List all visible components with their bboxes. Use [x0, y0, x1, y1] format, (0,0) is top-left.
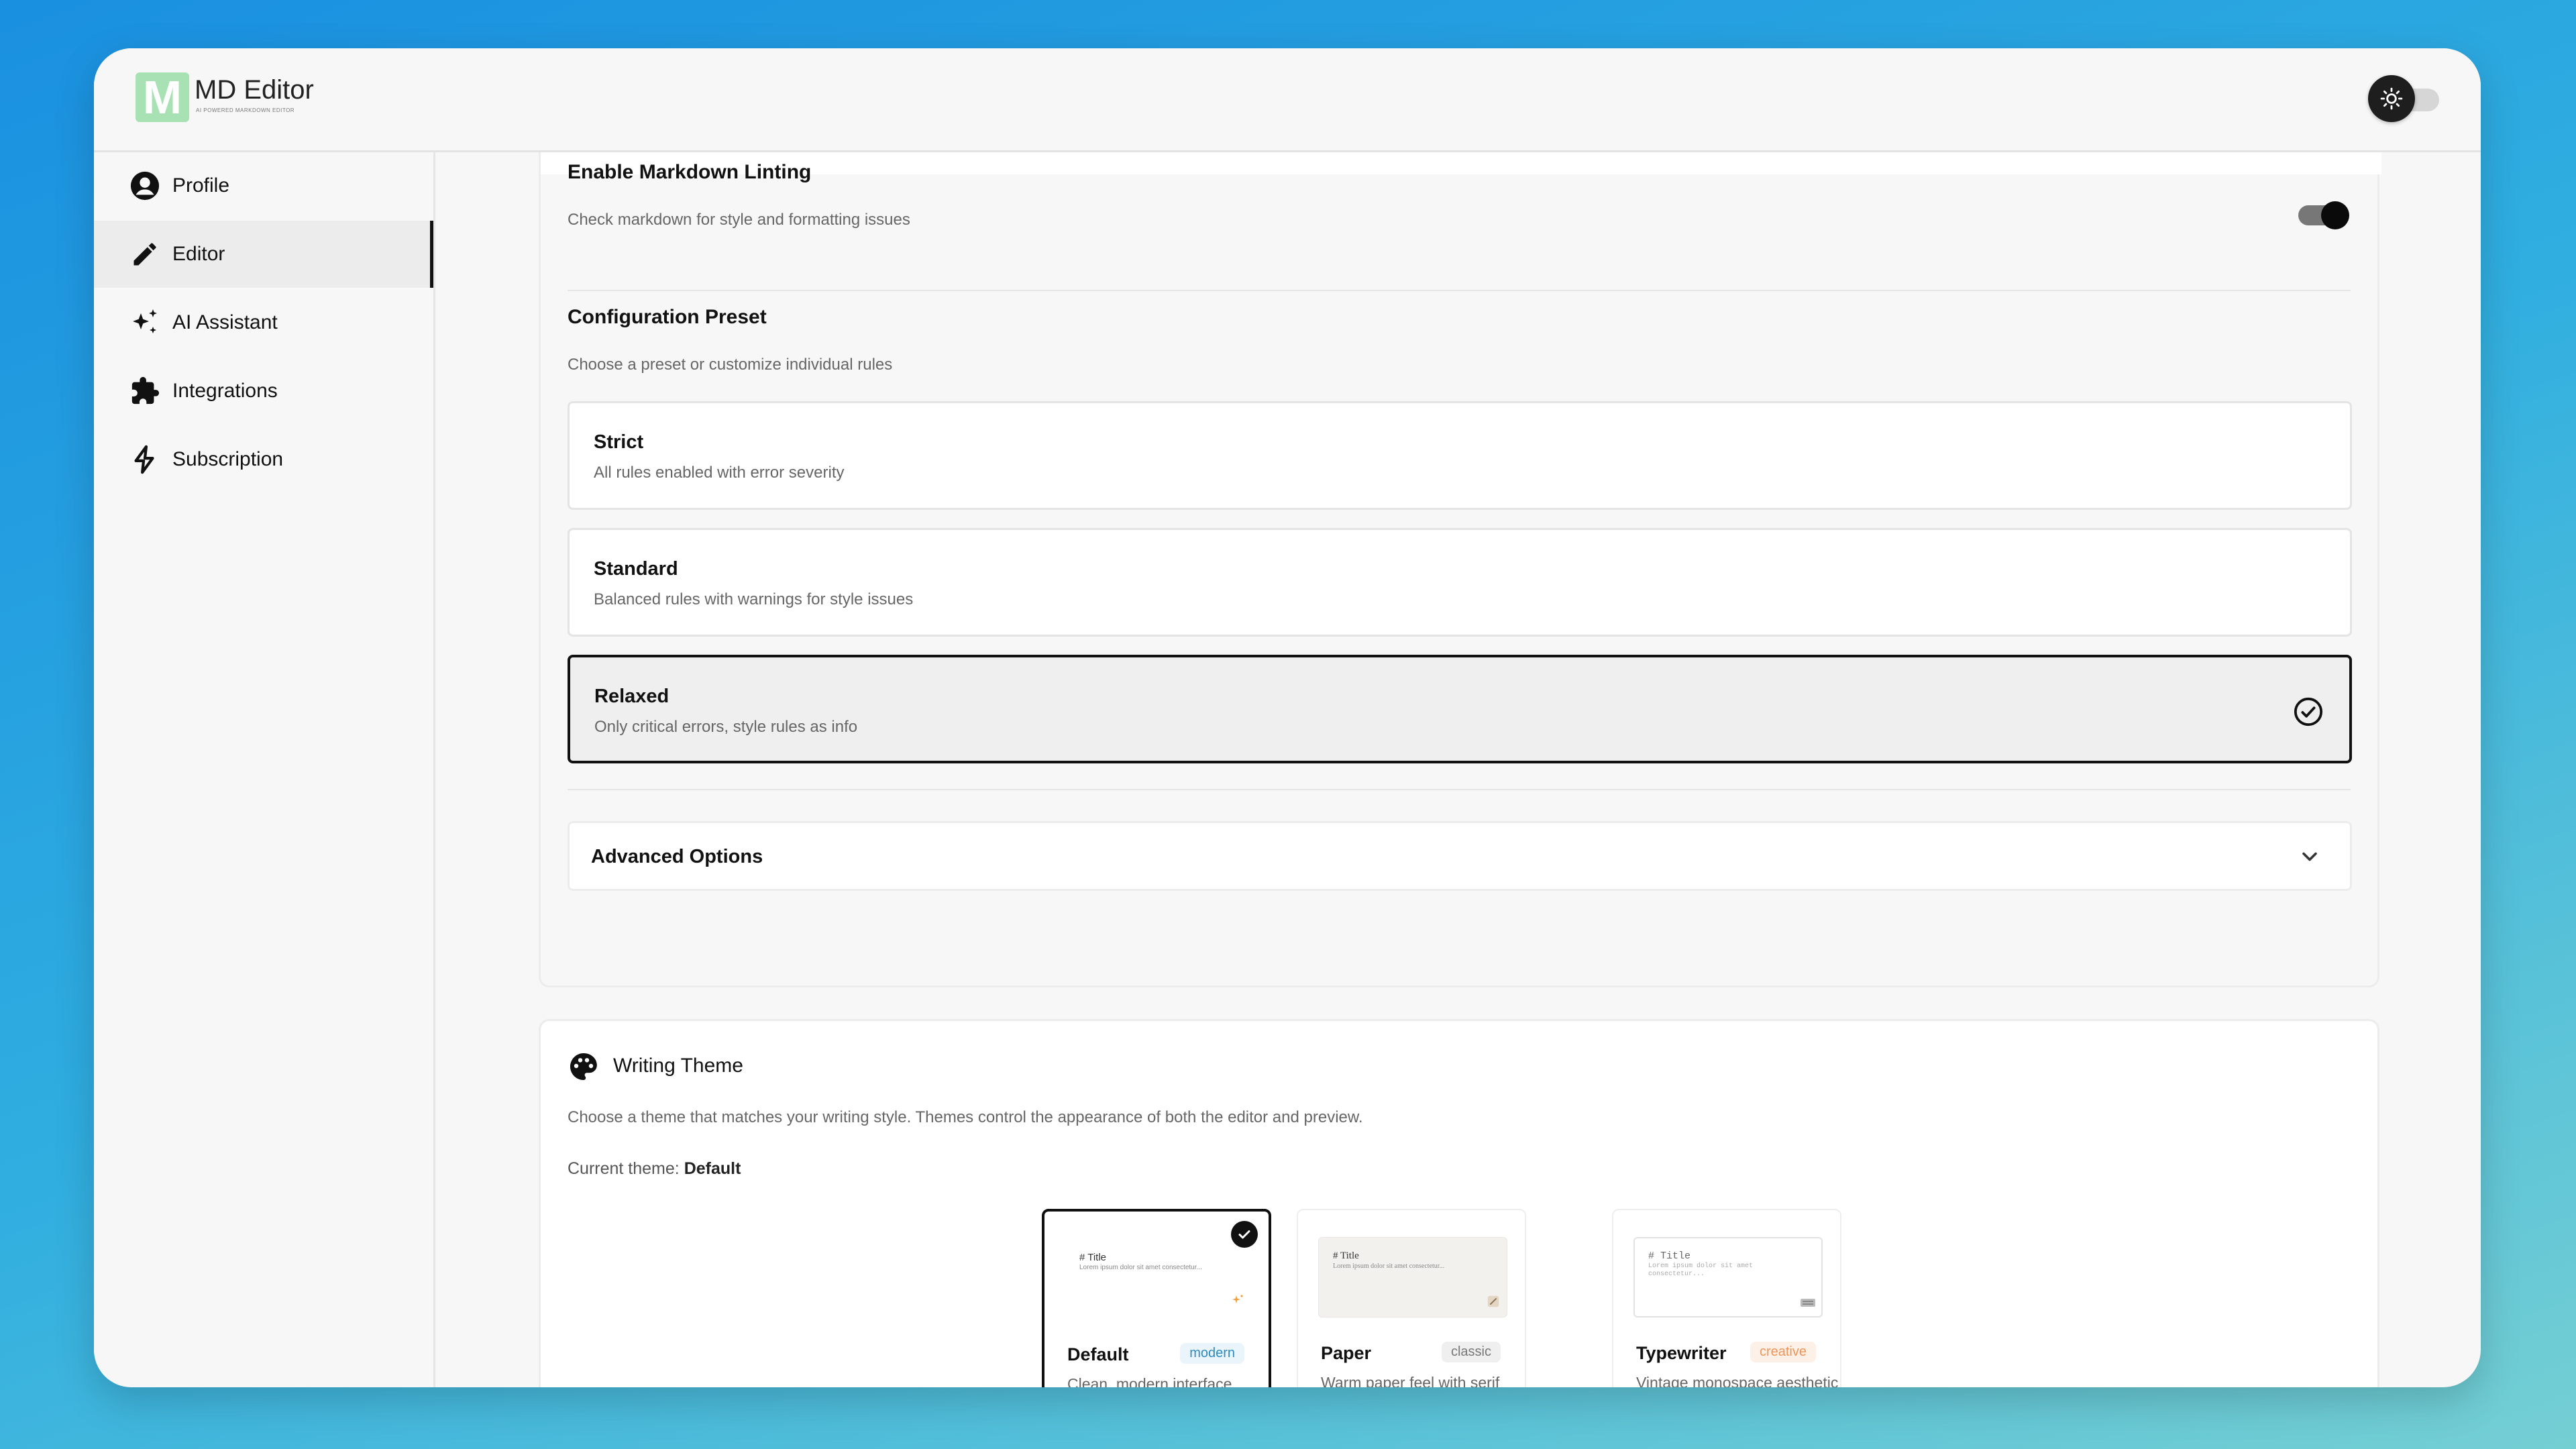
theme-name: Paper	[1321, 1343, 1372, 1363]
user-circle-icon	[129, 170, 161, 202]
preview-title: # Title	[1333, 1250, 1359, 1261]
preview-body: Lorem ipsum dolor sit amet consectetur..…	[1333, 1263, 1445, 1270]
advanced-options-title: Advanced Options	[591, 846, 763, 867]
sidebar-item-subscription[interactable]: Subscription	[94, 426, 433, 493]
theme-name: Typewriter	[1636, 1343, 1727, 1363]
preset-option-relaxed[interactable]: Relaxed Only critical errors, style rule…	[568, 655, 2352, 763]
sun-icon	[2368, 75, 2415, 122]
top-bar: M MD Editor AI POWERED MARKDOWN EDITOR	[94, 48, 2481, 152]
sidebar-item-profile[interactable]: Profile	[94, 152, 433, 219]
preset-option-description: Balanced rules with warnings for style i…	[594, 590, 914, 608]
section-divider	[568, 789, 2351, 790]
sparkle-icon	[1230, 1293, 1246, 1312]
selected-check-icon	[1231, 1221, 1258, 1248]
palette-icon	[568, 1051, 600, 1083]
app-tagline: AI POWERED MARKDOWN EDITOR	[196, 107, 295, 113]
theme-description: Clean, modern interface	[1067, 1375, 1232, 1387]
theme-badge: classic	[1441, 1342, 1501, 1362]
writing-theme-title: Writing Theme	[613, 1055, 743, 1077]
theme-description: Warm paper feel with serif fonts	[1321, 1374, 1500, 1387]
preset-option-title: Relaxed	[594, 686, 669, 707]
current-theme-line: Current theme: Default	[568, 1159, 741, 1179]
sidebar-item-editor[interactable]: Editor	[94, 221, 433, 288]
preview-title: # Title	[1648, 1250, 1691, 1262]
linting-description: Check markdown for style and formatting …	[568, 211, 910, 229]
linting-card: Enable Markdown Linting Check markdown f…	[539, 152, 2381, 987]
preview-title: # Title	[1079, 1252, 1107, 1263]
linting-toggle[interactable]	[2298, 201, 2349, 229]
lightning-icon	[129, 443, 161, 476]
check-circle-icon	[2293, 696, 2324, 727]
theme-card-default[interactable]: # Title Lorem ipsum dolor sit amet conse…	[1042, 1209, 1271, 1387]
preset-description: Choose a preset or customize individual …	[568, 356, 893, 374]
sidebar-item-integrations[interactable]: Integrations	[94, 358, 433, 425]
section-divider	[568, 290, 2351, 291]
theme-card-typewriter[interactable]: # Title Lorem ipsum dolor sit amet conse…	[1612, 1209, 1841, 1387]
writing-theme-description: Choose a theme that matches your writing…	[568, 1108, 1363, 1126]
current-theme-label: Current theme:	[568, 1159, 680, 1178]
preview-body: Lorem ipsum dolor sit amet consectetur..…	[1079, 1264, 1202, 1271]
advanced-options-toggle[interactable]: Advanced Options	[568, 821, 2352, 891]
app-logo: M	[136, 72, 189, 122]
sidebar-item-label: Profile	[172, 174, 230, 197]
linting-header-band	[541, 152, 2381, 174]
theme-badge: creative	[1750, 1342, 1816, 1362]
theme-toggle[interactable]	[2368, 75, 2442, 122]
theme-preview: # Title Lorem ipsum dolor sit amet conse…	[1633, 1237, 1823, 1318]
sidebar-item-label: Integrations	[172, 380, 278, 402]
preset-title: Configuration Preset	[568, 306, 767, 328]
app-window: M MD Editor AI POWERED MARKDOWN EDITOR P…	[94, 48, 2481, 1387]
theme-badge: modern	[1180, 1343, 1244, 1364]
linting-toggle-knob	[2321, 201, 2349, 229]
preview-body: Lorem ipsum dolor sit amet consectetur..…	[1648, 1263, 1754, 1278]
chevron-down-icon	[2298, 845, 2322, 869]
puzzle-icon	[129, 375, 161, 407]
linting-title: Enable Markdown Linting	[568, 161, 812, 183]
current-theme-value: Default	[684, 1159, 741, 1178]
preset-option-description: All rules enabled with error severity	[594, 464, 845, 482]
sparkles-icon	[129, 307, 161, 339]
theme-preview: # Title Lorem ipsum dolor sit amet conse…	[1318, 1237, 1507, 1318]
sidebar-item-ai-assistant[interactable]: AI Assistant	[94, 289, 433, 356]
writing-theme-card: Writing Theme Choose a theme that matche…	[539, 1019, 2379, 1387]
keyboard-icon	[1800, 1297, 1816, 1312]
sidebar-item-label: AI Assistant	[172, 311, 278, 333]
pencil-icon	[129, 238, 161, 270]
settings-content: Enable Markdown Linting Check markdown f…	[435, 152, 2481, 1387]
sidebar: Profile Editor AI Assistant Integrations…	[94, 152, 435, 1387]
preset-option-strict[interactable]: Strict All rules enabled with error seve…	[568, 401, 2352, 510]
sidebar-item-label: Editor	[172, 243, 225, 265]
app-name: MD Editor	[195, 75, 314, 105]
preset-option-title: Strict	[594, 431, 644, 453]
preset-option-title: Standard	[594, 558, 678, 580]
sidebar-item-label: Subscription	[172, 448, 284, 470]
preset-option-description: Only critical errors, style rules as inf…	[594, 718, 858, 736]
theme-card-paper[interactable]: # Title Lorem ipsum dolor sit amet conse…	[1297, 1209, 1526, 1387]
theme-preview: # Title Lorem ipsum dolor sit amet conse…	[1065, 1238, 1254, 1319]
preset-option-standard[interactable]: Standard Balanced rules with warnings fo…	[568, 528, 2352, 637]
theme-description: Vintage monospace aesthetic	[1636, 1374, 1839, 1387]
theme-name: Default	[1067, 1344, 1129, 1364]
quill-icon	[1486, 1294, 1501, 1312]
